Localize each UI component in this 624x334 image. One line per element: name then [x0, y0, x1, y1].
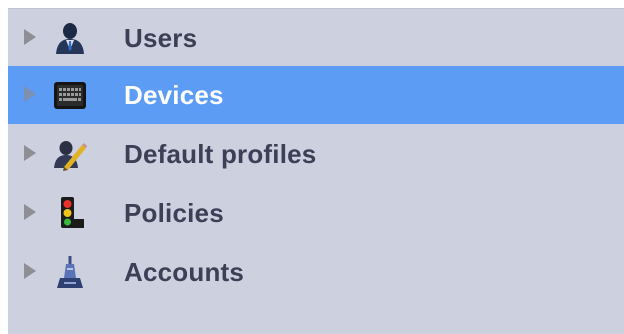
- tree-item-label: Default profiles: [124, 139, 317, 169]
- tree-item-label: Accounts: [124, 257, 245, 287]
- tree-item-devices[interactable]: Devices: [8, 66, 624, 124]
- account-tower-icon: [52, 254, 88, 290]
- keyboard-device-icon: [52, 77, 88, 113]
- expand-arrow-icon[interactable]: [24, 263, 36, 279]
- tree-item-label: Users: [124, 23, 198, 53]
- expand-arrow-icon[interactable]: [24, 29, 36, 45]
- user-icon: [52, 20, 88, 56]
- tree-item-label: Devices: [124, 80, 224, 110]
- expand-arrow-icon[interactable]: [24, 86, 36, 102]
- expand-arrow-icon[interactable]: [24, 145, 36, 161]
- tree-item-default-profiles[interactable]: Default profiles: [8, 125, 624, 183]
- tree-item-accounts[interactable]: Accounts: [8, 243, 624, 301]
- tree-item-users[interactable]: Users: [8, 9, 624, 67]
- tree-item-policies[interactable]: Policies: [8, 184, 624, 242]
- expand-arrow-icon[interactable]: [24, 204, 36, 220]
- profile-edit-icon: [52, 136, 88, 172]
- traffic-light-icon: [52, 195, 88, 231]
- navigation-tree: Users Devices Default profiles Policies …: [8, 8, 624, 334]
- tree-item-label: Policies: [124, 198, 224, 228]
